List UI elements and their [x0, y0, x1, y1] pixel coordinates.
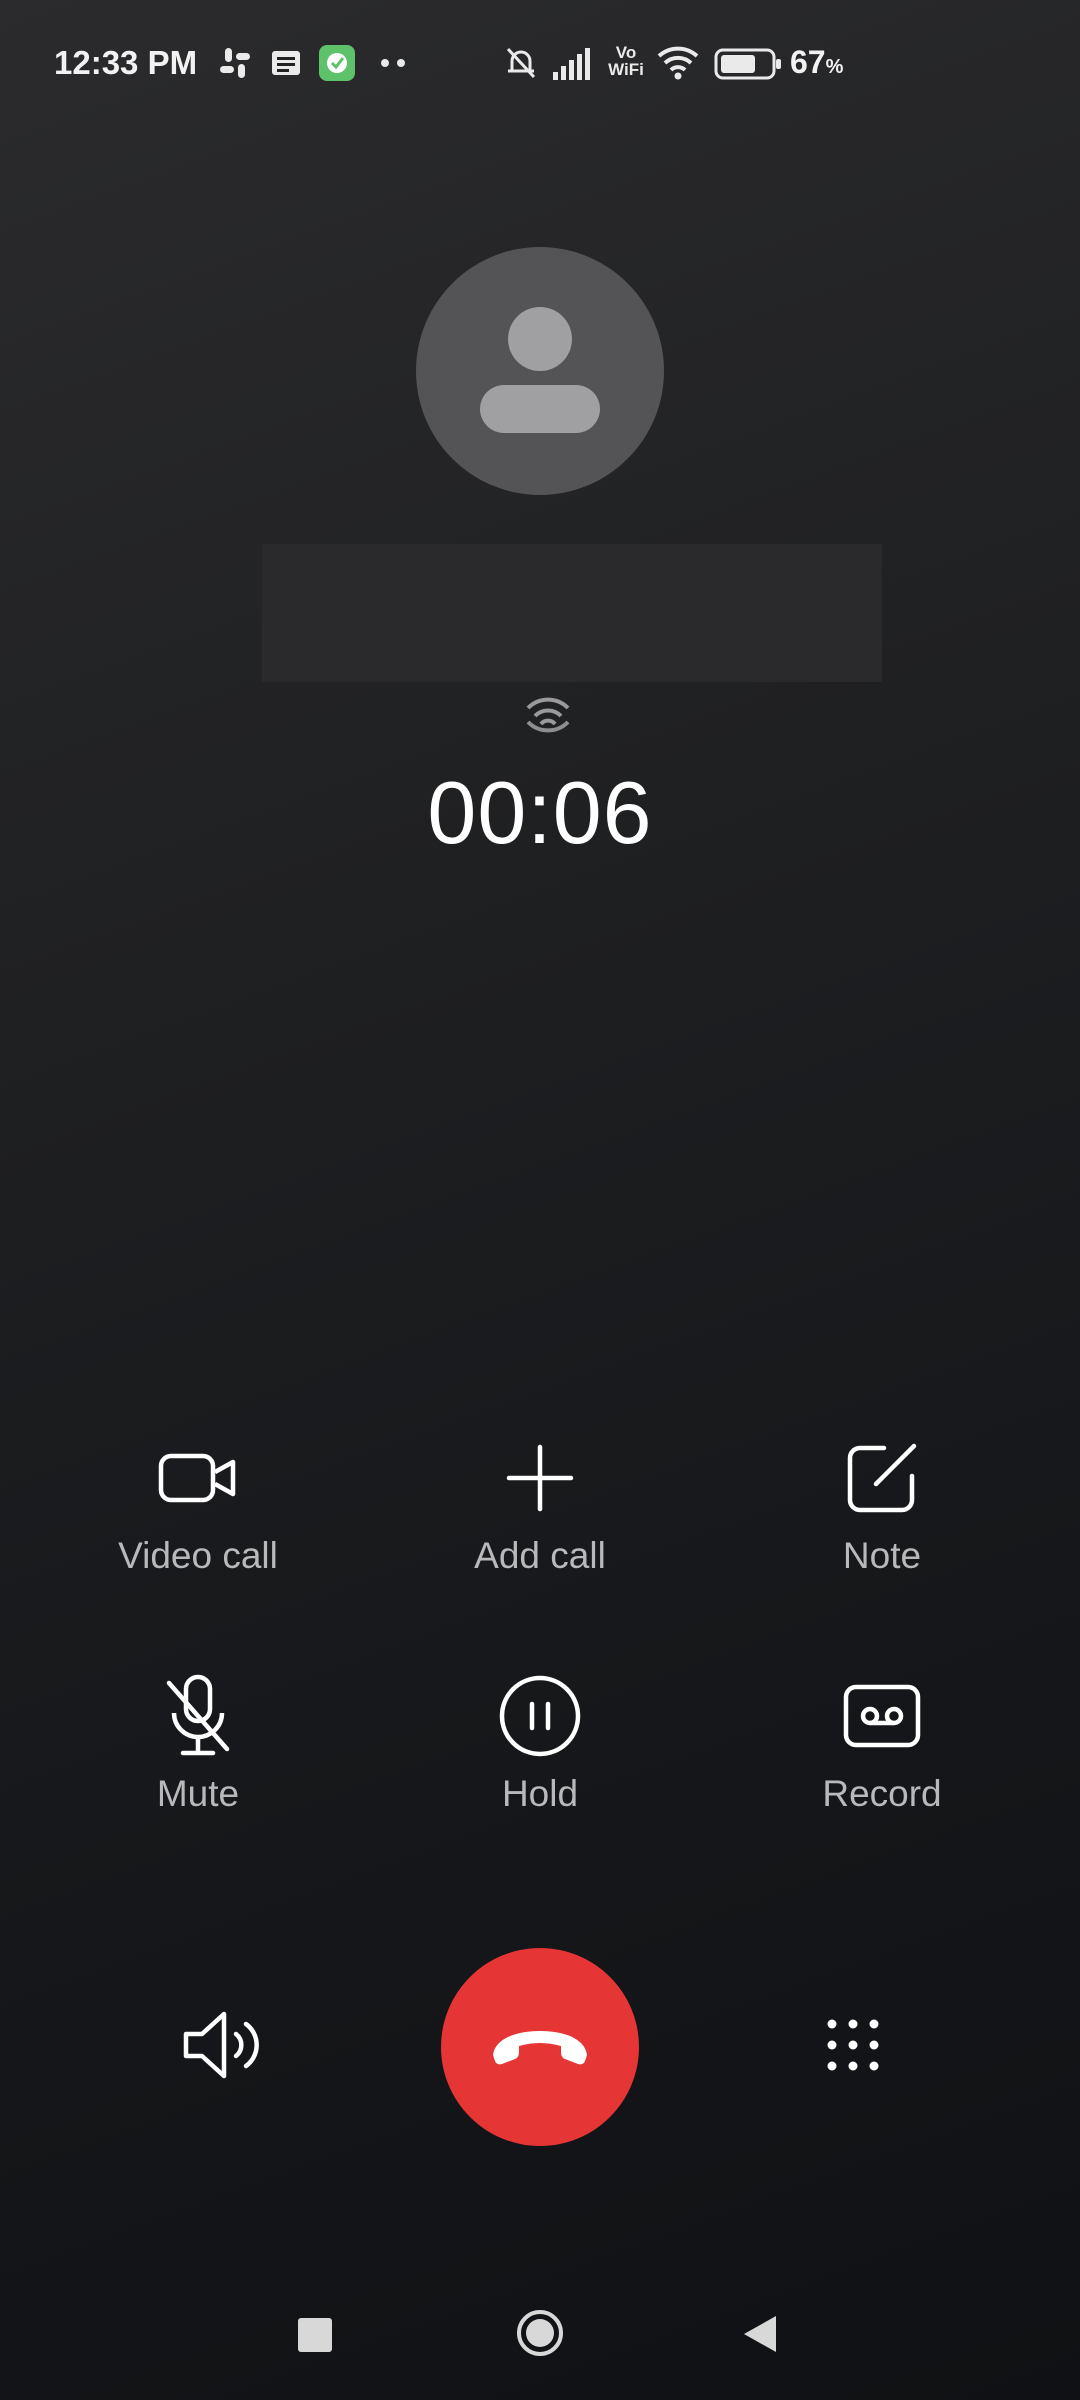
end-call-button[interactable] [441, 1948, 639, 2146]
note-label: Note [842, 1535, 922, 1576]
video-call-button[interactable]: Video call [48, 1435, 348, 1577]
person-icon [480, 307, 600, 433]
record-button[interactable]: Record [732, 1673, 1032, 1815]
speaker-icon[interactable] [180, 2008, 266, 2082]
news-icon [272, 51, 300, 75]
nav-home-button[interactable] [515, 2308, 565, 2358]
more-dots-icon [381, 59, 405, 67]
hang-up-icon [493, 2031, 587, 2065]
note-button[interactable]: Note [732, 1435, 1032, 1577]
contact-avatar [416, 247, 664, 495]
keypad-icon[interactable] [826, 2018, 880, 2072]
hold-button[interactable]: Hold [390, 1673, 690, 1815]
mute-button[interactable]: Mute [48, 1673, 348, 1815]
nav-back-button[interactable] [740, 2312, 780, 2356]
call-timer: 00:06 [427, 763, 653, 862]
battery-percent-value: 67 [790, 44, 826, 80]
vowifi-icon: Vo WiFi [606, 44, 646, 78]
video-camera-icon [158, 1453, 236, 1503]
battery-percent: 67% [790, 44, 843, 81]
wifi-calling-icon [526, 697, 570, 733]
status-bar: 12:33 PM Vo WiFi 67% [0, 0, 1080, 130]
wifi-label: WiFi [608, 60, 644, 79]
battery-icon [714, 48, 781, 80]
signal-icon [553, 48, 590, 80]
battery-percent-sign: % [825, 56, 844, 78]
add-call-button[interactable]: Add call [390, 1435, 690, 1577]
app-badge-icon [319, 45, 355, 81]
pause-icon [499, 1675, 581, 1757]
in-call-screen: 12:33 PM Vo WiFi 67% 00:06 Video call Ad… [0, 0, 1080, 2400]
contact-name-redacted [262, 544, 882, 682]
hold-label: Hold [501, 1773, 579, 1814]
note-edit-icon [847, 1443, 917, 1513]
video-call-label: Video call [118, 1535, 278, 1576]
wifi-icon [657, 46, 699, 80]
plus-icon [506, 1444, 574, 1512]
status-time: 12:33 PM [54, 44, 198, 81]
mute-label: Mute [156, 1773, 240, 1814]
add-call-label: Add call [474, 1535, 606, 1576]
slack-icon [220, 48, 250, 78]
vo-label: Vo [615, 43, 637, 62]
nav-recents-button[interactable] [298, 2318, 332, 2352]
silent-bell-icon [506, 47, 536, 79]
record-label: Record [822, 1773, 942, 1814]
mic-off-icon [166, 1674, 230, 1756]
record-tape-icon [843, 1684, 921, 1748]
